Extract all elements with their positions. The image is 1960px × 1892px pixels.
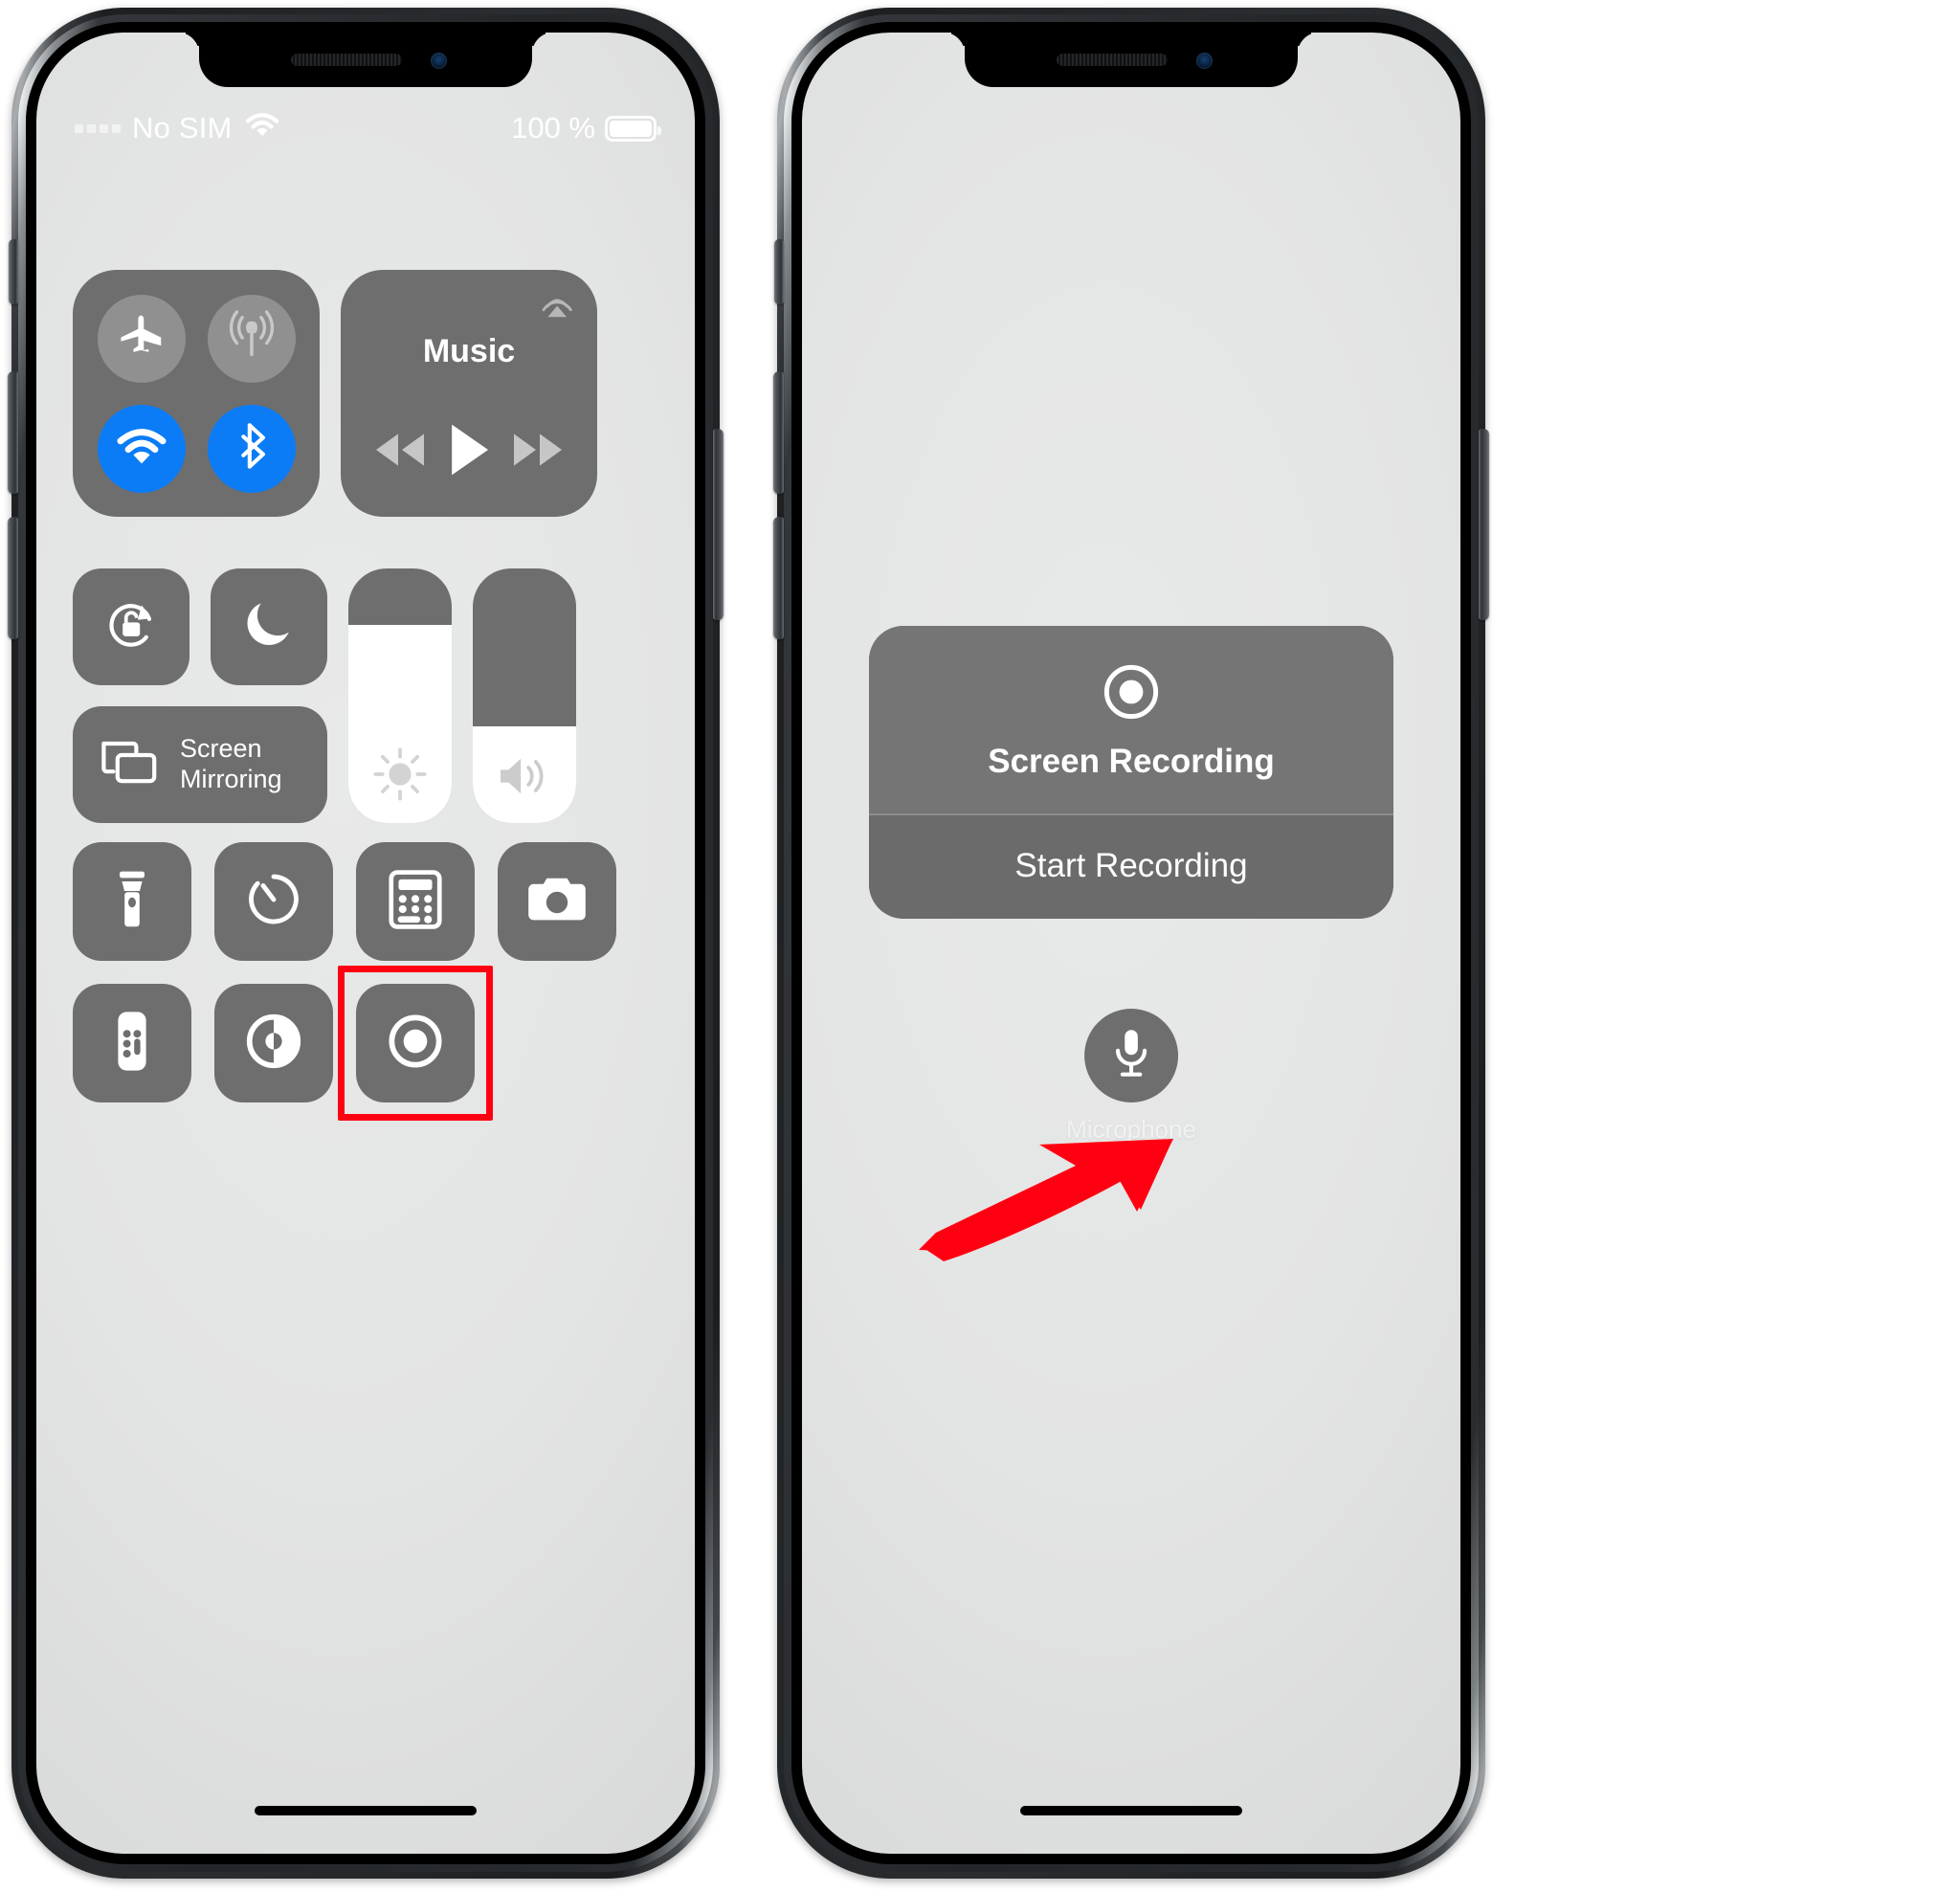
wifi-icon	[244, 111, 280, 145]
start-recording-button[interactable]: Start Recording	[869, 815, 1393, 919]
signal-dots-icon	[75, 123, 121, 133]
sheet-header: Screen Recording	[869, 626, 1393, 813]
microphone-control: Microphone Off	[1066, 1009, 1196, 1176]
earpiece-speaker-icon	[1057, 54, 1168, 66]
battery-percent-label: 100 %	[511, 111, 595, 145]
control-center-row-1: Music	[73, 270, 597, 517]
timer-tile[interactable]	[214, 842, 333, 961]
volume-up-button[interactable]	[773, 371, 784, 494]
screen-mirroring-tile[interactable]: Screen Mirroring	[73, 706, 327, 823]
control-center-row-4	[73, 966, 493, 1121]
sheet-title: Screen Recording	[988, 743, 1275, 780]
moon-icon	[240, 596, 298, 658]
timer-icon	[244, 870, 303, 934]
microphone-status-label: Microphone Off	[1066, 1115, 1196, 1175]
bluetooth-toggle[interactable]	[207, 404, 296, 493]
side-power-button[interactable]	[713, 429, 724, 620]
airplane-mode-toggle[interactable]	[97, 294, 186, 383]
earpiece-speaker-icon	[291, 54, 402, 66]
cellular-data-toggle[interactable]	[207, 294, 296, 383]
airplane-icon	[116, 310, 167, 367]
left-phone-device: No SIM 100 % Music Screen Mirroring	[8, 8, 724, 1879]
toggles-column: Screen Mirroring	[73, 568, 327, 823]
side-power-button[interactable]	[1479, 429, 1489, 620]
calculator-tile[interactable]	[356, 842, 475, 961]
rewind-button[interactable]	[373, 432, 427, 473]
home-indicator[interactable]	[1020, 1806, 1242, 1815]
apple-tv-remote-tile[interactable]	[73, 984, 191, 1102]
screen-recording-tile[interactable]	[338, 966, 493, 1121]
mute-switch-button[interactable]	[774, 239, 784, 304]
volume-slider[interactable]	[473, 568, 576, 823]
right-phone-device: Screen Recording Start Recording Microph…	[773, 8, 1489, 1879]
tv-remote-icon	[116, 1010, 148, 1078]
media-transport-controls	[341, 422, 597, 482]
control-center-row-2: Screen Mirroring	[73, 568, 576, 823]
volume-down-button[interactable]	[8, 517, 18, 639]
now-playing-module: Music	[341, 270, 597, 517]
screen-mirroring-icon	[100, 738, 159, 792]
dark-mode-tile[interactable]	[214, 984, 333, 1102]
microphone-icon	[1110, 1027, 1152, 1085]
front-camera-icon	[1196, 53, 1213, 69]
brightness-slider[interactable]	[348, 568, 452, 823]
screenshot-stage: No SIM 100 % Music Screen Mirroring Scre…	[0, 0, 1960, 1892]
cellular-antenna-icon	[224, 308, 279, 368]
rotation-lock-toggle[interactable]	[73, 568, 189, 685]
wifi-icon	[115, 426, 168, 471]
control-center-panel: No SIM 100 % Music Screen Mirroring	[36, 33, 695, 1854]
flashlight-tile[interactable]	[73, 842, 191, 961]
wifi-toggle[interactable]	[97, 404, 186, 493]
bluetooth-icon	[227, 421, 277, 476]
right-phone-screen: Screen Recording Start Recording Microph…	[802, 33, 1460, 1854]
notch	[965, 33, 1298, 87]
calculator-icon	[389, 869, 442, 934]
fast-forward-button[interactable]	[511, 432, 565, 473]
volume-down-button[interactable]	[773, 517, 784, 639]
home-indicator[interactable]	[255, 1806, 477, 1815]
airplay-audio-icon[interactable]	[538, 285, 578, 325]
volume-up-button[interactable]	[8, 371, 18, 494]
screen-recording-sheet: Screen Recording Start Recording	[869, 626, 1393, 919]
volume-speaker-icon	[473, 750, 576, 802]
rotation-lock-icon	[100, 593, 163, 661]
camera-tile[interactable]	[498, 842, 616, 961]
do-not-disturb-toggle[interactable]	[211, 568, 327, 685]
contrast-circle-icon	[244, 1012, 303, 1076]
notch	[199, 33, 532, 87]
screen-mirroring-label: Screen Mirroring	[180, 734, 282, 793]
flashlight-icon	[116, 870, 148, 934]
battery-full-icon	[605, 115, 661, 142]
connectivity-module	[73, 270, 320, 517]
camera-icon	[525, 874, 589, 930]
screen-record-icon	[1102, 662, 1161, 722]
front-camera-icon	[431, 53, 447, 69]
mute-switch-button[interactable]	[9, 239, 18, 304]
status-bar: No SIM 100 %	[36, 107, 695, 149]
control-center-row-3	[73, 842, 616, 961]
annotation-highlight-box	[338, 966, 493, 1121]
play-button[interactable]	[445, 422, 493, 482]
carrier-label: No SIM	[132, 111, 233, 145]
now-playing-title: Music	[422, 333, 516, 369]
brightness-sun-icon	[348, 746, 452, 802]
microphone-button[interactable]	[1083, 1009, 1178, 1102]
left-phone-screen: No SIM 100 % Music Screen Mirroring	[36, 33, 695, 1854]
